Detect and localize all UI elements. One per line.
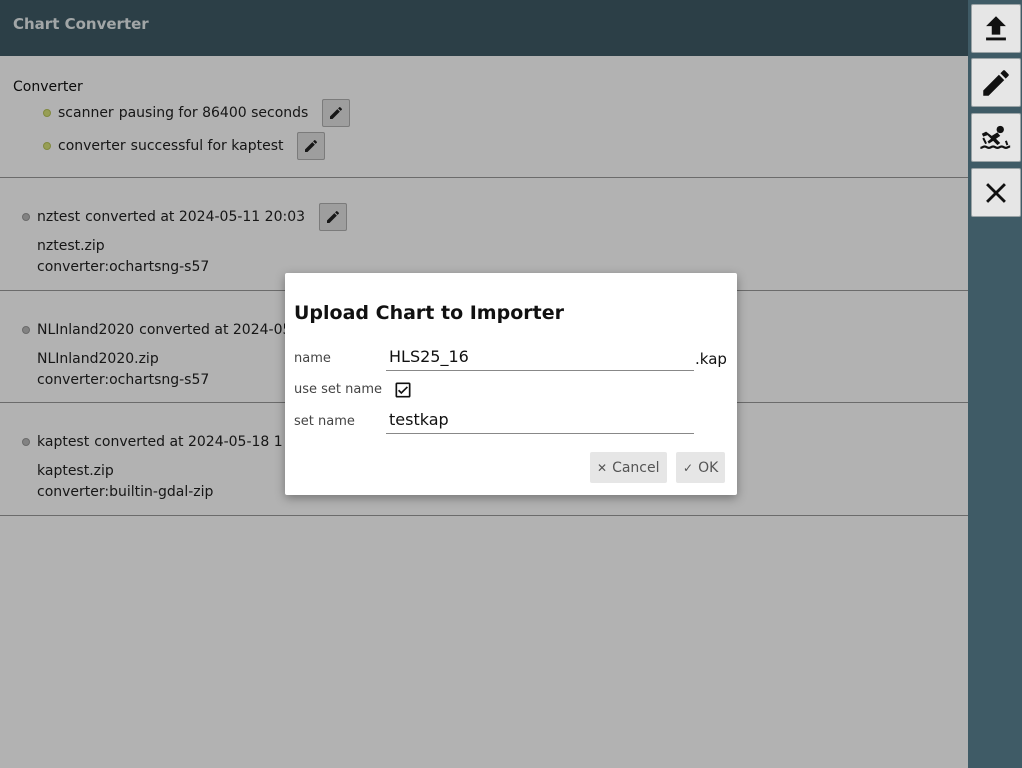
cancel-button[interactable]: ✕ Cancel: [590, 452, 667, 483]
edit-button[interactable]: [971, 58, 1021, 107]
upload-button[interactable]: [971, 4, 1021, 53]
set-name-label: set name: [294, 414, 355, 429]
dialog-title: Upload Chart to Importer: [294, 302, 564, 324]
close-icon: ✕: [597, 460, 608, 475]
swimmer-icon: [980, 125, 1011, 149]
name-label: name: [294, 351, 331, 366]
close-button[interactable]: [971, 168, 1021, 217]
pencil-icon: [983, 69, 1009, 96]
ocharts-button[interactable]: [971, 113, 1021, 162]
name-suffix: .kap: [695, 350, 727, 368]
use-set-name-checkbox[interactable]: [393, 380, 413, 400]
check-icon: ✓: [683, 460, 694, 475]
set-name-input[interactable]: [386, 406, 694, 434]
ok-button[interactable]: ✓ OK: [676, 452, 726, 483]
name-input[interactable]: [386, 343, 694, 371]
right-toolbar: [968, 0, 1022, 768]
ok-label: OK: [698, 459, 719, 476]
upload-icon: [986, 15, 1006, 40]
use-set-name-label: use set name: [294, 382, 383, 397]
cancel-label: Cancel: [612, 459, 660, 476]
upload-dialog: Upload Chart to Importer name .kap use s…: [285, 273, 737, 495]
close-icon: [986, 182, 1006, 203]
